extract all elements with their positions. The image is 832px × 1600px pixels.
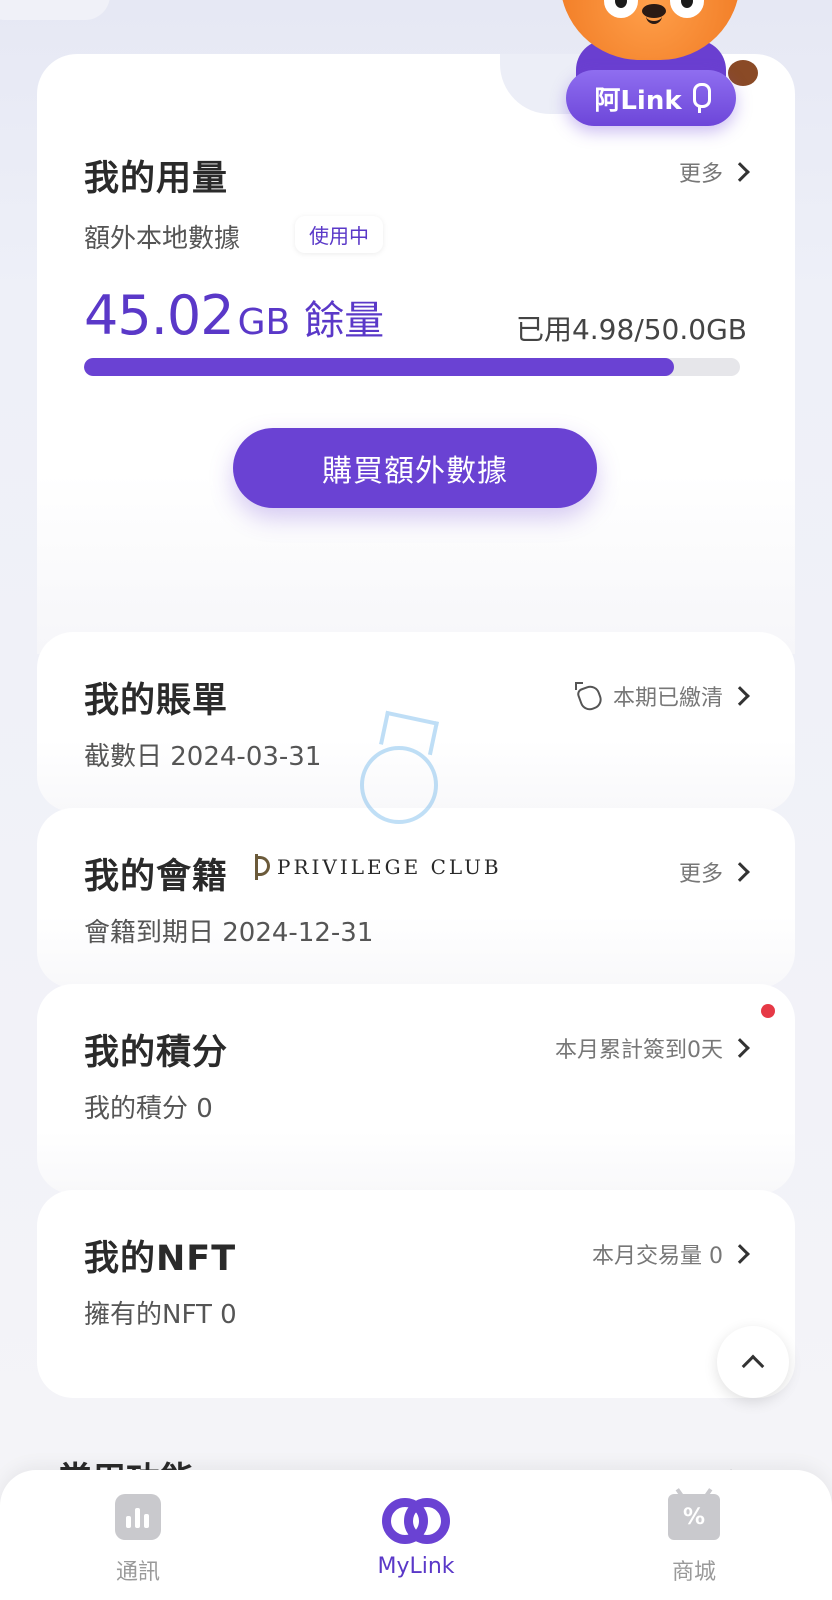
nft-card[interactable]: 我的NFT 本月交易量 0 擁有的NFT 0 [37, 1190, 795, 1398]
used-text: 已用4.98/50.0GB [515, 313, 747, 346]
privilege-club-logo: PRIVILEGE CLUB [249, 854, 502, 880]
points-card[interactable]: 我的積分 本月累計簽到0天 我的積分 0 [37, 984, 795, 1194]
bar-chart-icon [115, 1494, 161, 1540]
nft-monthly-label: 本月交易量 0 [592, 1244, 723, 1269]
checkin-link[interactable]: 本月累計簽到0天 [555, 1032, 750, 1064]
shop-bag-icon: % [668, 1494, 720, 1540]
chevron-up-icon [741, 1354, 765, 1378]
buy-extra-data-button[interactable]: 購買額外數據 [233, 428, 597, 508]
usage-progress-fill [84, 358, 675, 376]
nft-title: 我的NFT [84, 1239, 237, 1279]
notification-dot [761, 1004, 775, 1018]
membership-more-label: 更多 [678, 862, 723, 887]
chevron-right-icon [730, 162, 750, 182]
points-title: 我的積分 [84, 1033, 229, 1073]
points-balance: 我的積分 0 [84, 1094, 213, 1124]
assistant-label: 阿Link [594, 85, 682, 116]
remaining-label: 餘量 [304, 298, 385, 344]
remaining-data: 45.02 GB 餘量 [84, 284, 384, 347]
remaining-unit: GB [237, 302, 291, 343]
bill-title: 我的賬單 [84, 681, 229, 721]
microphone-icon [690, 83, 711, 113]
nav-label-mylink: MyLink [377, 1554, 455, 1579]
plan-name: 額外本地數據 [84, 224, 241, 254]
nav-item-mylink[interactable]: MyLink [346, 1494, 486, 1579]
chevron-right-icon [730, 862, 750, 882]
nav-label-communication: 通訊 [115, 1560, 160, 1585]
privilege-club-text: PRIVILEGE CLUB [277, 855, 502, 879]
nav-item-communication[interactable]: 通訊 [68, 1494, 208, 1586]
usage-title: 我的用量 [84, 159, 229, 199]
usage-more-link[interactable]: 更多 [678, 156, 750, 188]
membership-title: 我的會籍 [84, 857, 229, 897]
nav-item-shop[interactable]: % 商城 [624, 1494, 764, 1586]
privilege-club-mark-icon [249, 854, 271, 880]
remaining-value: 45.02 [84, 284, 235, 347]
nft-monthly-link[interactable]: 本月交易量 0 [592, 1238, 750, 1270]
usage-progress-bar [84, 358, 740, 376]
bottom-nav: 通訊 MyLink % 商城 [0, 1470, 832, 1600]
membership-expiry: 會籍到期日 2024-12-31 [84, 918, 374, 948]
clapping-hands-icon [574, 682, 603, 710]
bill-cutoff: 截數日 2024-03-31 [84, 742, 322, 772]
membership-more-link[interactable]: 更多 [678, 856, 750, 888]
chevron-right-icon [730, 1244, 750, 1264]
chevron-right-icon [730, 686, 750, 706]
usage-more-label: 更多 [678, 162, 723, 187]
nft-owned: 擁有的NFT 0 [84, 1300, 237, 1330]
chevron-right-icon [730, 1038, 750, 1058]
assistant-button[interactable]: 阿Link [566, 70, 736, 126]
status-badge: 使用中 [295, 216, 383, 253]
infinity-link-icon [380, 1494, 452, 1544]
top-decoration [0, 0, 110, 20]
bill-status: 本期已繳清 [612, 686, 723, 711]
checkin-label: 本月累計簽到0天 [555, 1038, 723, 1063]
bill-status-link[interactable]: 本期已繳清 [574, 680, 750, 712]
usage-card: 我的用量 更多 額外本地數據 使用中 45.02 GB 餘量 已用4.98/50… [37, 54, 795, 654]
watermark-logo [352, 710, 462, 842]
scroll-to-top-button[interactable] [717, 1326, 789, 1398]
nav-label-shop: 商城 [671, 1560, 716, 1585]
